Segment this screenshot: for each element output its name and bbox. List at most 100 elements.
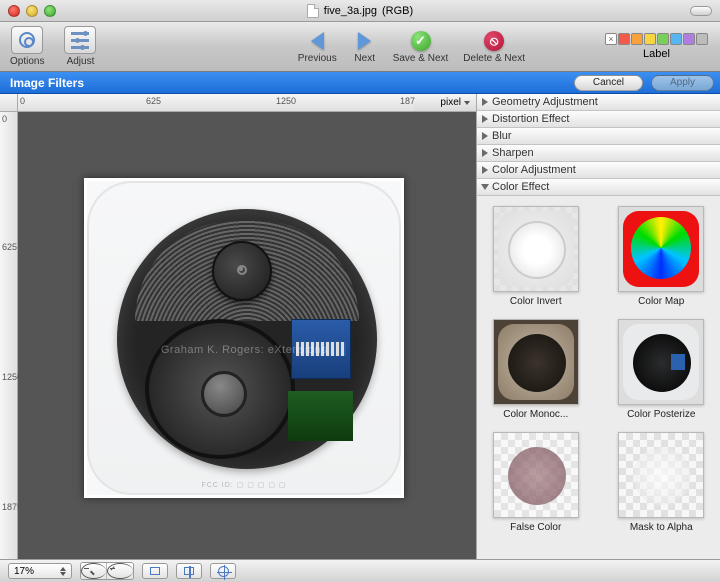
label-swatches: × Label — [605, 33, 708, 60]
effect-mono[interactable]: Color Monoc... — [493, 319, 579, 420]
options-button[interactable]: Options — [10, 26, 44, 67]
vertical-ruler: 0 625 1250 1875 — [0, 112, 18, 559]
effect-label: Color Invert — [510, 296, 562, 307]
triangle-right-icon — [482, 98, 488, 106]
actual-size-button[interactable] — [176, 563, 202, 579]
zoom-select[interactable]: 17% — [8, 563, 72, 579]
filename-label: five_3a.jpg — [324, 5, 377, 17]
category-label: Sharpen — [492, 147, 534, 159]
category-label: Distortion Effect — [492, 113, 569, 125]
effect-thumbnail — [618, 206, 704, 292]
label-swatch[interactable] — [696, 33, 708, 45]
category-label: Color Adjustment — [492, 164, 576, 176]
logic-board — [288, 391, 353, 441]
toolbar-toggle-button[interactable] — [690, 6, 712, 16]
category-label: Color Effect — [492, 181, 549, 193]
sliders-icon — [71, 32, 89, 49]
canvas-area[interactable]: Graham K. Rogers: eXtensions FCC ID: ▢ ▢… — [18, 112, 476, 559]
label-swatch[interactable] — [657, 33, 669, 45]
label-swatch[interactable] — [644, 33, 656, 45]
filters-title: Image Filters — [10, 76, 84, 90]
cancel-button[interactable]: Cancel — [574, 75, 643, 91]
filter-category[interactable]: Color Adjustment — [477, 162, 720, 179]
filter-category[interactable]: Geometry Adjustment — [477, 94, 720, 111]
crosshair-icon — [218, 566, 229, 577]
triangle-right-icon — [482, 132, 488, 140]
effect-mask[interactable]: Mask to Alpha — [618, 432, 704, 533]
triangle-right-icon — [482, 166, 488, 174]
ruler-unit-selector[interactable]: pixel — [414, 94, 476, 112]
status-bar: 17% — [0, 559, 720, 582]
next-button[interactable]: Next — [352, 30, 378, 64]
effect-thumbnail — [618, 319, 704, 405]
previous-label: Previous — [298, 53, 337, 64]
previous-button[interactable]: Previous — [298, 30, 337, 64]
apply-button[interactable]: Apply — [651, 75, 714, 91]
colormode-label: (RGB) — [382, 5, 413, 17]
titlebar: five_3a.jpg (RGB) — [0, 0, 720, 22]
save-next-label: Save & Next — [393, 53, 449, 64]
horizontal-ruler: 0 625 1250 187 — [18, 94, 414, 112]
effect-thumbnail — [618, 432, 704, 518]
label-swatch[interactable] — [631, 33, 643, 45]
effect-label: Mask to Alpha — [630, 522, 693, 533]
delete-next-label: Delete & Next — [463, 53, 525, 64]
adjust-button[interactable]: Adjust — [64, 26, 96, 67]
compliance-text: FCC ID: ▢ ▢ ▢ ▢ ▢ — [87, 481, 401, 489]
zoom-icon[interactable] — [44, 5, 56, 17]
zoom-out-icon — [81, 563, 106, 579]
zoom-out-button[interactable] — [81, 563, 107, 579]
zoom-in-button[interactable] — [107, 563, 133, 579]
filter-category[interactable]: Sharpen — [477, 145, 720, 162]
effect-label: Color Monoc... — [503, 409, 568, 420]
zoom-in-icon — [107, 563, 133, 579]
window-title: five_3a.jpg (RGB) — [0, 4, 720, 18]
check-icon: ✓ — [411, 31, 431, 51]
arrow-right-icon — [358, 32, 371, 50]
chevron-up-icon — [60, 567, 66, 571]
hard-drive-platter — [145, 319, 295, 459]
filters-header: Image Filters Cancel Apply — [0, 72, 720, 94]
wifi-icon — [237, 265, 247, 275]
image-preview: Graham K. Rogers: eXtensions FCC ID: ▢ ▢… — [84, 178, 404, 498]
effect-post[interactable]: Color Posterize — [618, 319, 704, 420]
filter-category[interactable]: Blur — [477, 128, 720, 145]
label-swatch[interactable] — [670, 33, 682, 45]
label-swatch[interactable] — [618, 33, 630, 45]
adjust-label: Adjust — [67, 56, 95, 67]
effect-thumbnail — [493, 432, 579, 518]
save-next-button[interactable]: ✓ Save & Next — [393, 30, 449, 64]
next-label: Next — [354, 53, 375, 64]
close-icon[interactable] — [8, 5, 20, 17]
effect-map[interactable]: Color Map — [618, 206, 704, 307]
label-label: Label — [643, 48, 670, 60]
wifi-antenna — [212, 241, 272, 301]
fit-screen-button[interactable] — [142, 563, 168, 579]
label-swatch[interactable] — [683, 33, 695, 45]
effect-invert[interactable]: Color Invert — [493, 206, 579, 307]
category-label: Blur — [492, 130, 512, 142]
delete-next-button[interactable]: ⦸ Delete & Next — [463, 30, 525, 64]
effect-thumbnail — [493, 319, 579, 405]
arrow-left-icon — [311, 32, 324, 50]
chevron-down-icon — [464, 101, 470, 105]
chevron-down-icon — [60, 572, 66, 576]
effect-label: Color Posterize — [627, 409, 695, 420]
effect-thumbnail — [493, 206, 579, 292]
filter-category[interactable]: Distortion Effect — [477, 111, 720, 128]
options-label: Options — [10, 56, 44, 67]
triangle-down-icon — [481, 184, 489, 190]
gear-icon — [19, 32, 35, 48]
minimize-icon[interactable] — [26, 5, 38, 17]
center-button[interactable] — [210, 563, 236, 579]
prohibit-icon: ⦸ — [484, 31, 504, 51]
effect-label: False Color — [510, 522, 561, 533]
effect-label: Color Map — [638, 296, 684, 307]
triangle-right-icon — [482, 115, 488, 123]
effect-false[interactable]: False Color — [493, 432, 579, 533]
filter-category[interactable]: Color Effect — [477, 179, 720, 196]
label-swatch[interactable]: × — [605, 33, 617, 45]
window-controls — [8, 5, 56, 17]
category-label: Geometry Adjustment — [492, 96, 598, 108]
toolbar: Options Adjust Previous Next ✓ Save & Ne… — [0, 22, 720, 72]
